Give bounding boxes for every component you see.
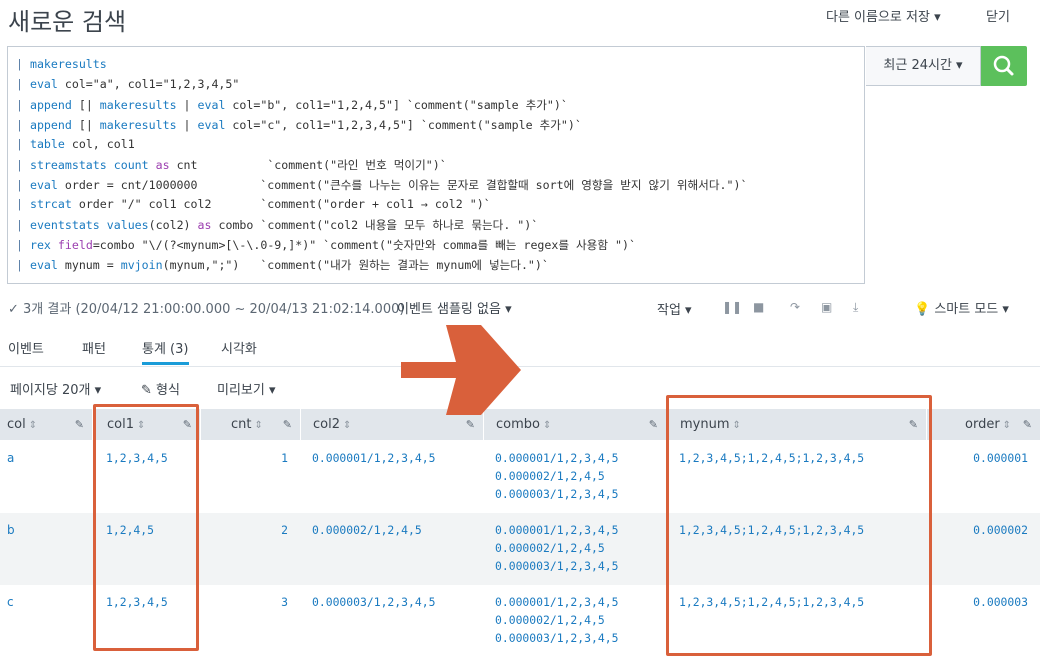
tab-statistics[interactable]: 통계 (3) <box>142 338 188 357</box>
cell-combo-value[interactable]: 0.000001/1,2,3,4,5 <box>495 593 618 611</box>
cell-order[interactable]: 0.000001 <box>940 449 1028 467</box>
cell-combo-value[interactable]: 0.000002/1,2,4,5 <box>495 539 605 557</box>
query-line[interactable]: | streamstats count as cnt `comment("라인 … <box>16 157 447 173</box>
cell-col[interactable]: b <box>7 521 15 539</box>
cell-order[interactable]: 0.000002 <box>940 521 1028 539</box>
edit-icon: ✎ <box>1022 418 1032 431</box>
print-icon[interactable]: ▣ <box>821 300 832 314</box>
cell-combo-value[interactable]: 0.000001/1,2,3,4,5 <box>495 521 618 539</box>
arrow-right-icon <box>401 325 521 415</box>
col1-highlight-box <box>93 404 199 651</box>
edit-icon: ✎ <box>282 418 292 431</box>
cell-col[interactable]: c <box>7 593 14 611</box>
export-icon[interactable]: ⤓ <box>853 300 858 315</box>
cell-cnt[interactable]: 3 <box>240 593 288 611</box>
mynum-highlight-box <box>666 395 932 656</box>
query-line[interactable]: | table col, col1 <box>16 137 135 151</box>
column-header-cnt[interactable]: cnt ⇕ ✎ <box>201 409 301 440</box>
search-button[interactable] <box>981 46 1027 86</box>
cell-cnt[interactable]: 2 <box>240 521 288 539</box>
search-icon <box>993 55 1014 76</box>
active-tab-indicator <box>142 362 189 365</box>
cell-combo-value[interactable]: 0.000003/1,2,3,4,5 <box>495 557 618 575</box>
query-line[interactable]: | makeresults <box>16 57 107 71</box>
search-query-editor[interactable]: | makeresults | eval col="a", col1="1,2,3… <box>7 46 865 284</box>
per-page-dropdown[interactable]: 페이지당 20개 ▾ <box>10 379 101 398</box>
cell-combo-value[interactable]: 0.000002/1,2,4,5 <box>495 611 605 629</box>
tab-events[interactable]: 이벤트 <box>8 338 44 357</box>
query-line[interactable]: | eval order = cnt/1000000 `comment("큰수를… <box>16 177 747 193</box>
tab-visualization[interactable]: 시각화 <box>221 338 257 357</box>
job-menu[interactable]: 작업 ▾ <box>657 299 692 318</box>
cell-col[interactable]: a <box>7 449 14 467</box>
time-range-picker[interactable]: 최근 24시간 ▾ <box>866 46 981 86</box>
cell-combo-value[interactable]: 0.000003/1,2,3,4,5 <box>495 629 618 647</box>
close-button[interactable]: 닫기 <box>986 6 1010 25</box>
edit-icon: ✎ <box>648 418 658 431</box>
query-line[interactable]: | append [| makeresults | eval col="b", … <box>16 97 568 113</box>
stop-icon[interactable]: ■ <box>753 300 764 314</box>
query-line[interactable]: | eval mynum = mvjoin(mynum,";") `commen… <box>16 257 549 273</box>
tab-patterns[interactable]: 패턴 <box>82 338 106 357</box>
preview-dropdown[interactable]: 미리보기 ▾ <box>217 379 276 398</box>
query-line[interactable]: | eval col="a", col1="1,2,3,4,5" <box>16 77 239 91</box>
cell-col2[interactable]: 0.000002/1,2,4,5 <box>312 521 422 539</box>
query-line[interactable]: | rex field=combo "\/(?<mynum>[\-\.0-9,]… <box>16 237 636 253</box>
save-as-button[interactable]: 다른 이름으로 저장 ▾ <box>826 6 941 25</box>
edit-icon: ✎ <box>74 418 84 431</box>
result-status: ✓ 3개 결과 (20/04/12 21:00:00.000 ~ 20/04/1… <box>8 302 405 317</box>
cell-combo-value[interactable]: 0.000001/1,2,3,4,5 <box>495 449 618 467</box>
cell-col2[interactable]: 0.000003/1,2,3,4,5 <box>312 593 435 611</box>
format-button[interactable]: ✎ 형식 <box>141 379 180 398</box>
cell-combo-value[interactable]: 0.000003/1,2,3,4,5 <box>495 485 618 503</box>
share-icon[interactable]: ↷ <box>790 300 800 314</box>
page-title: 새로운 검색 <box>8 8 127 36</box>
cell-combo-value[interactable]: 0.000002/1,2,4,5 <box>495 467 605 485</box>
cell-order[interactable]: 0.000003 <box>940 593 1028 611</box>
column-header-col[interactable]: col ⇕ ✎ <box>0 409 93 440</box>
query-line[interactable]: | eventstats values(col2) as combo `comm… <box>16 217 538 233</box>
column-header-order[interactable]: order ⇕ ✎ <box>927 409 1040 440</box>
pause-icon[interactable]: ❚❚ <box>722 300 742 314</box>
event-sampling-dropdown[interactable]: 이벤트 샘플링 없음 ▾ <box>397 298 512 317</box>
cell-cnt[interactable]: 1 <box>240 449 288 467</box>
query-line[interactable]: | append [| makeresults | eval col="c", … <box>16 117 582 133</box>
cell-col2[interactable]: 0.000001/1,2,3,4,5 <box>312 449 435 467</box>
query-line[interactable]: | strcat order "/" col1 col2 `comment("o… <box>16 197 491 211</box>
search-mode-dropdown[interactable]: 💡 스마트 모드 ▾ <box>914 298 1009 317</box>
